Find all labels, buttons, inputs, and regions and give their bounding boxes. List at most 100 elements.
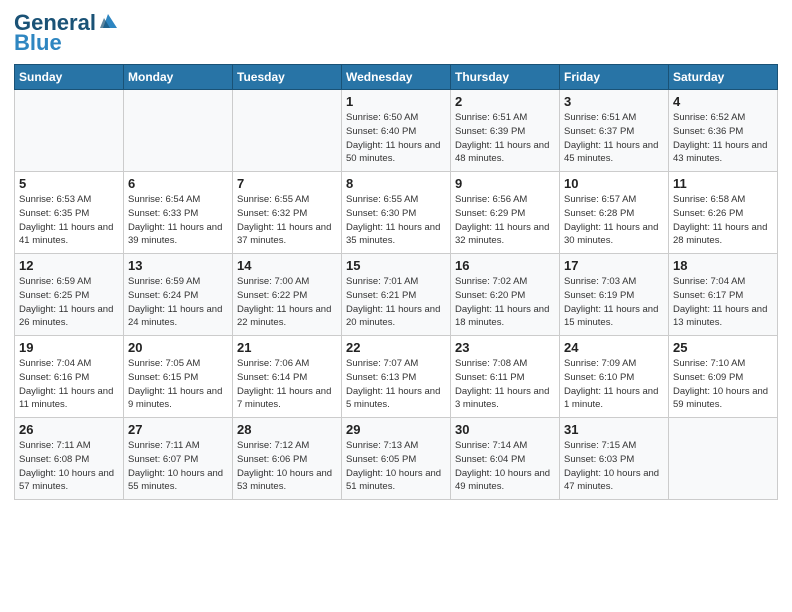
day-number: 6 [128, 176, 228, 191]
calendar-cell: 15 Sunrise: 7:01 AM Sunset: 6:21 PM Dayli… [342, 254, 451, 336]
day-info: Sunrise: 6:50 AM Sunset: 6:40 PM Dayligh… [346, 111, 446, 166]
calendar-cell: 8 Sunrise: 6:55 AM Sunset: 6:30 PM Daylig… [342, 172, 451, 254]
day-number: 10 [564, 176, 664, 191]
day-number: 20 [128, 340, 228, 355]
weekday-header: Wednesday [342, 65, 451, 90]
day-info: Sunrise: 6:56 AM Sunset: 6:29 PM Dayligh… [455, 193, 555, 248]
calendar-cell [15, 90, 124, 172]
day-info: Sunrise: 7:08 AM Sunset: 6:11 PM Dayligh… [455, 357, 555, 412]
calendar-cell: 3 Sunrise: 6:51 AM Sunset: 6:37 PM Daylig… [560, 90, 669, 172]
day-number: 2 [455, 94, 555, 109]
day-number: 28 [237, 422, 337, 437]
day-info: Sunrise: 7:11 AM Sunset: 6:08 PM Dayligh… [19, 439, 119, 494]
logo-icon [97, 10, 119, 32]
weekday-header: Saturday [669, 65, 778, 90]
page-container: General Blue SundayMondayTuesdayWednesda… [0, 0, 792, 510]
calendar-cell: 13Sunrise: 6:59 AM Sunset: 6:24 PM Dayli… [124, 254, 233, 336]
day-number: 23 [455, 340, 555, 355]
calendar-cell: 22 Sunrise: 7:07 AM Sunset: 6:13 PM Dayli… [342, 336, 451, 418]
day-info: Sunrise: 6:55 AM Sunset: 6:32 PM Dayligh… [237, 193, 337, 248]
calendar-cell: 2Sunrise: 6:51 AM Sunset: 6:39 PM Daylig… [451, 90, 560, 172]
calendar-cell [233, 90, 342, 172]
day-number: 24 [564, 340, 664, 355]
day-info: Sunrise: 7:09 AM Sunset: 6:10 PM Dayligh… [564, 357, 664, 412]
day-number: 19 [19, 340, 119, 355]
calendar-cell: 18 Sunrise: 7:04 AM Sunset: 6:17 PM Dayli… [669, 254, 778, 336]
day-number: 22 [346, 340, 446, 355]
day-number: 9 [455, 176, 555, 191]
calendar-header-row: SundayMondayTuesdayWednesdayThursdayFrid… [15, 65, 778, 90]
day-info: Sunrise: 7:14 AM Sunset: 6:04 PM Dayligh… [455, 439, 555, 494]
calendar-cell: 31 Sunrise: 7:15 AM Sunset: 6:03 PM Dayli… [560, 418, 669, 500]
day-number: 14 [237, 258, 337, 273]
calendar-cell: 1 Sunrise: 6:50 AM Sunset: 6:40 PM Daylig… [342, 90, 451, 172]
day-info: Sunrise: 7:04 AM Sunset: 6:17 PM Dayligh… [673, 275, 773, 330]
day-number: 4 [673, 94, 773, 109]
day-number: 27 [128, 422, 228, 437]
calendar-cell: 10Sunrise: 6:57 AM Sunset: 6:28 PM Dayli… [560, 172, 669, 254]
day-number: 21 [237, 340, 337, 355]
calendar-week-row: 19 Sunrise: 7:04 AM Sunset: 6:16 PM Dayli… [15, 336, 778, 418]
day-info: Sunrise: 7:01 AM Sunset: 6:21 PM Dayligh… [346, 275, 446, 330]
calendar-cell: 19 Sunrise: 7:04 AM Sunset: 6:16 PM Dayli… [15, 336, 124, 418]
day-number: 31 [564, 422, 664, 437]
calendar-body: 1 Sunrise: 6:50 AM Sunset: 6:40 PM Daylig… [15, 90, 778, 500]
day-number: 26 [19, 422, 119, 437]
day-info: Sunrise: 7:04 AM Sunset: 6:16 PM Dayligh… [19, 357, 119, 412]
logo-blue: Blue [14, 30, 62, 56]
day-number: 11 [673, 176, 773, 191]
calendar-cell: 16Sunrise: 7:02 AM Sunset: 6:20 PM Dayli… [451, 254, 560, 336]
day-number: 7 [237, 176, 337, 191]
day-info: Sunrise: 6:54 AM Sunset: 6:33 PM Dayligh… [128, 193, 228, 248]
day-number: 12 [19, 258, 119, 273]
day-number: 30 [455, 422, 555, 437]
day-number: 8 [346, 176, 446, 191]
weekday-header: Tuesday [233, 65, 342, 90]
day-info: Sunrise: 6:58 AM Sunset: 6:26 PM Dayligh… [673, 193, 773, 248]
day-info: Sunrise: 6:55 AM Sunset: 6:30 PM Dayligh… [346, 193, 446, 248]
day-info: Sunrise: 6:51 AM Sunset: 6:37 PM Dayligh… [564, 111, 664, 166]
day-info: Sunrise: 7:07 AM Sunset: 6:13 PM Dayligh… [346, 357, 446, 412]
day-info: Sunrise: 7:00 AM Sunset: 6:22 PM Dayligh… [237, 275, 337, 330]
day-info: Sunrise: 6:52 AM Sunset: 6:36 PM Dayligh… [673, 111, 773, 166]
day-number: 1 [346, 94, 446, 109]
day-number: 18 [673, 258, 773, 273]
calendar-week-row: 12 Sunrise: 6:59 AM Sunset: 6:25 PM Dayli… [15, 254, 778, 336]
day-info: Sunrise: 7:15 AM Sunset: 6:03 PM Dayligh… [564, 439, 664, 494]
calendar-cell: 11 Sunrise: 6:58 AM Sunset: 6:26 PM Dayli… [669, 172, 778, 254]
day-info: Sunrise: 6:59 AM Sunset: 6:24 PM Dayligh… [128, 275, 228, 330]
day-number: 3 [564, 94, 664, 109]
calendar-cell: 6 Sunrise: 6:54 AM Sunset: 6:33 PM Daylig… [124, 172, 233, 254]
calendar-week-row: 5 Sunrise: 6:53 AM Sunset: 6:35 PM Daylig… [15, 172, 778, 254]
day-info: Sunrise: 7:02 AM Sunset: 6:20 PM Dayligh… [455, 275, 555, 330]
calendar-table: SundayMondayTuesdayWednesdayThursdayFrid… [14, 64, 778, 500]
calendar-cell: 24 Sunrise: 7:09 AM Sunset: 6:10 PM Dayli… [560, 336, 669, 418]
day-info: Sunrise: 6:59 AM Sunset: 6:25 PM Dayligh… [19, 275, 119, 330]
calendar-cell: 25 Sunrise: 7:10 AM Sunset: 6:09 PM Dayli… [669, 336, 778, 418]
calendar-cell: 21 Sunrise: 7:06 AM Sunset: 6:14 PM Dayli… [233, 336, 342, 418]
calendar-cell: 14 Sunrise: 7:00 AM Sunset: 6:22 PM Dayli… [233, 254, 342, 336]
calendar-week-row: 26 Sunrise: 7:11 AM Sunset: 6:08 PM Dayli… [15, 418, 778, 500]
day-info: Sunrise: 7:10 AM Sunset: 6:09 PM Dayligh… [673, 357, 773, 412]
calendar-cell: 30 Sunrise: 7:14 AM Sunset: 6:04 PM Dayli… [451, 418, 560, 500]
day-number: 25 [673, 340, 773, 355]
weekday-header: Monday [124, 65, 233, 90]
calendar-cell [669, 418, 778, 500]
header: General Blue [14, 10, 778, 56]
calendar-cell: 7 Sunrise: 6:55 AM Sunset: 6:32 PM Daylig… [233, 172, 342, 254]
calendar-cell: 5 Sunrise: 6:53 AM Sunset: 6:35 PM Daylig… [15, 172, 124, 254]
weekday-header: Friday [560, 65, 669, 90]
day-info: Sunrise: 7:06 AM Sunset: 6:14 PM Dayligh… [237, 357, 337, 412]
day-info: Sunrise: 6:53 AM Sunset: 6:35 PM Dayligh… [19, 193, 119, 248]
calendar-cell: 29Sunrise: 7:13 AM Sunset: 6:05 PM Dayli… [342, 418, 451, 500]
calendar-cell: 28 Sunrise: 7:12 AM Sunset: 6:06 PM Dayli… [233, 418, 342, 500]
day-number: 17 [564, 258, 664, 273]
weekday-header: Sunday [15, 65, 124, 90]
calendar-cell: 9 Sunrise: 6:56 AM Sunset: 6:29 PM Daylig… [451, 172, 560, 254]
day-info: Sunrise: 7:12 AM Sunset: 6:06 PM Dayligh… [237, 439, 337, 494]
day-info: Sunrise: 7:05 AM Sunset: 6:15 PM Dayligh… [128, 357, 228, 412]
calendar-cell: 17Sunrise: 7:03 AM Sunset: 6:19 PM Dayli… [560, 254, 669, 336]
day-number: 5 [19, 176, 119, 191]
day-number: 15 [346, 258, 446, 273]
calendar-cell: 26 Sunrise: 7:11 AM Sunset: 6:08 PM Dayli… [15, 418, 124, 500]
